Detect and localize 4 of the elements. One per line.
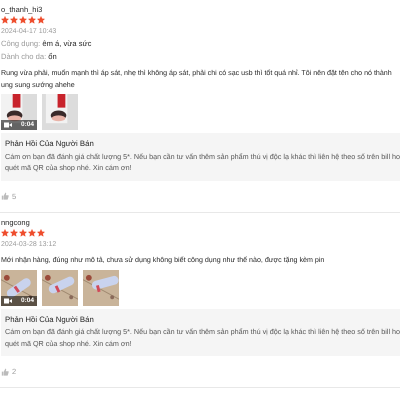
video-camera-icon [4, 298, 12, 304]
thumbs-up-icon[interactable] [1, 192, 9, 200]
video-camera-icon [4, 122, 12, 128]
thumbs-up-icon[interactable] [1, 368, 9, 376]
